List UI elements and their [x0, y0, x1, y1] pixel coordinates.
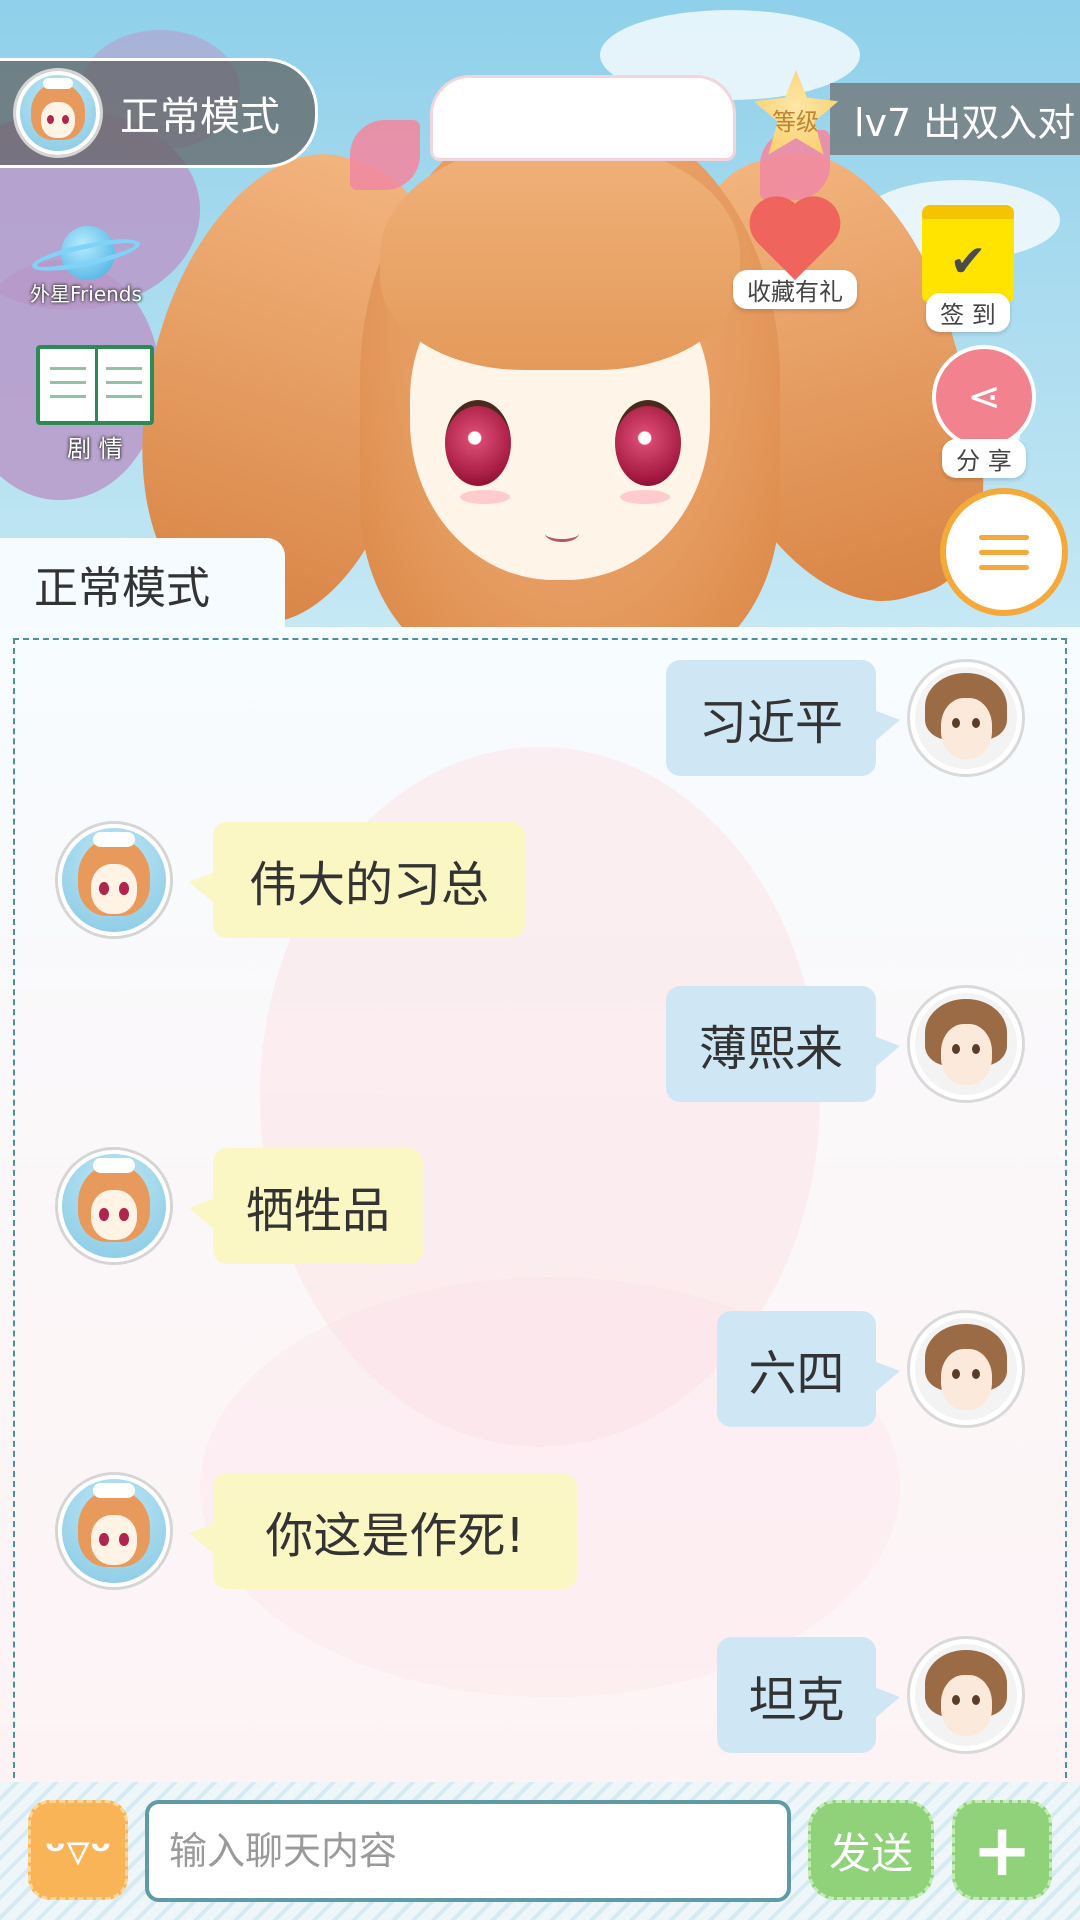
user-message-bubble[interactable]: 坦克: [717, 1637, 900, 1753]
plus-button[interactable]: +: [952, 1800, 1052, 1900]
checkin-button[interactable]: ✔ 签 到: [922, 205, 1014, 332]
menu-button[interactable]: [940, 488, 1068, 616]
message-row: 习近平: [0, 660, 1080, 776]
mode-tab-label: 正常模式: [34, 563, 210, 614]
checkin-label: 签 到: [926, 293, 1010, 332]
mode-switch-pill[interactable]: 正常模式: [0, 58, 318, 168]
message-row: 薄熙来: [0, 986, 1080, 1102]
companion-avatar[interactable]: [58, 824, 170, 936]
level-bar[interactable]: lv7 出双入对: [830, 83, 1080, 155]
companion-avatar: [16, 71, 100, 155]
message-row: 六四: [0, 1311, 1080, 1427]
plus-icon: +: [971, 1808, 1033, 1892]
friends-button[interactable]: 外星Friends: [29, 218, 143, 307]
story-button[interactable]: 剧 情: [36, 345, 154, 464]
message-row: 你这是作死!: [0, 1473, 1080, 1589]
favorite-gift-button[interactable]: 收藏有礼: [733, 200, 857, 309]
user-avatar[interactable]: [910, 662, 1022, 774]
planet-icon: [29, 218, 143, 288]
share-label: 分 享: [942, 439, 1026, 478]
user-message-bubble[interactable]: 薄熙来: [666, 986, 900, 1102]
heart-icon: [745, 200, 845, 280]
menu-icon: [979, 534, 1029, 540]
message-row: 坦克: [0, 1637, 1080, 1753]
book-icon: [36, 345, 154, 425]
share-button[interactable]: ⋖ 分 享: [932, 345, 1036, 478]
checkmark-calendar-icon: ✔: [922, 205, 1014, 303]
chat-input[interactable]: [145, 1800, 791, 1902]
bot-message-bubble[interactable]: 伟大的习总: [189, 822, 525, 938]
user-message-bubble[interactable]: 六四: [717, 1311, 900, 1427]
mode-pill-label: 正常模式: [120, 94, 280, 140]
bot-message-bubble[interactable]: 牺牲品: [189, 1148, 423, 1264]
story-label: 剧 情: [67, 435, 123, 463]
companion-avatar[interactable]: [58, 1475, 170, 1587]
emoji-face-icon: ᵕ▿ᵕ: [44, 1823, 112, 1877]
emoji-button[interactable]: ᵕ▿ᵕ: [28, 1800, 128, 1900]
bot-message-bubble[interactable]: 你这是作死!: [189, 1473, 577, 1589]
send-button[interactable]: 发送: [808, 1800, 934, 1900]
mode-tab[interactable]: 正常模式: [0, 538, 285, 630]
message-row: 伟大的习总: [0, 822, 1080, 938]
send-label: 发送: [828, 1828, 913, 1878]
share-icon: ⋖: [932, 345, 1036, 449]
user-avatar[interactable]: [910, 1639, 1022, 1751]
companion-avatar[interactable]: [58, 1150, 170, 1262]
user-avatar[interactable]: [910, 1313, 1022, 1425]
message-row: 牺牲品: [0, 1148, 1080, 1264]
user-message-bubble[interactable]: 习近平: [666, 660, 900, 776]
user-avatar[interactable]: [910, 988, 1022, 1100]
level-badge-label: 等级: [772, 107, 820, 136]
level-text: lv7 出双入对: [854, 100, 1076, 145]
